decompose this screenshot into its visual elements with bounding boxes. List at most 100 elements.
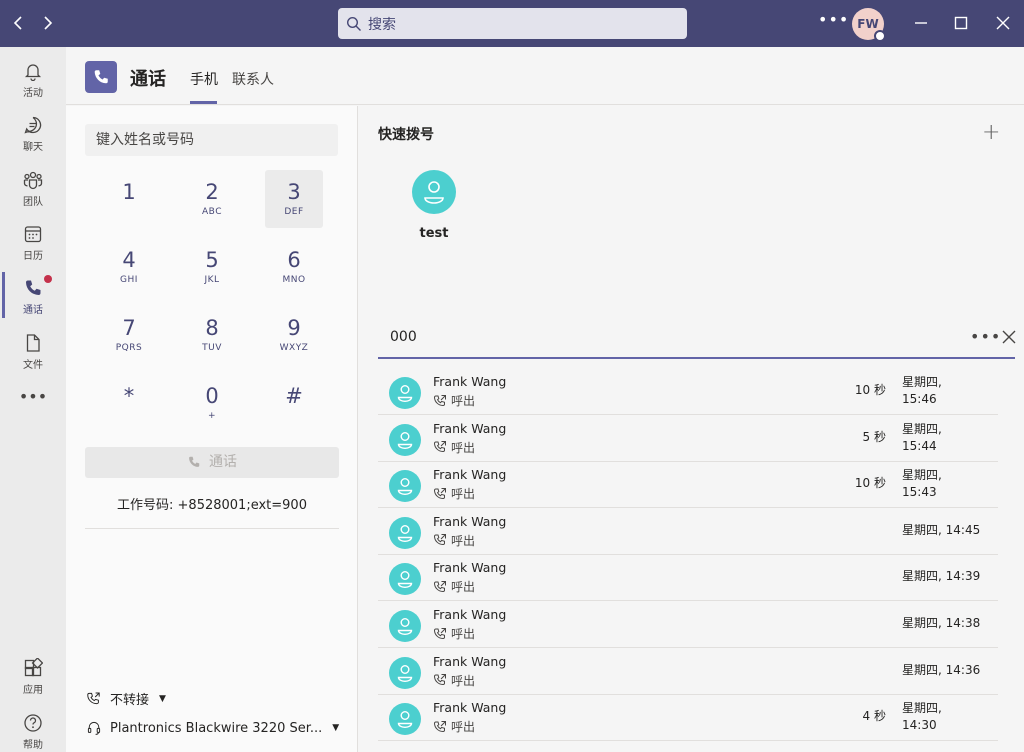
rail-item-files[interactable]: 文件 <box>0 327 66 379</box>
contact-avatar <box>389 423 421 456</box>
call-type-label: 呼出 <box>451 673 476 688</box>
forwarding-dropdown[interactable]: 不转接 ▼ <box>86 689 166 708</box>
call-type: 呼出 <box>433 532 475 549</box>
call-time-line: 星期四, 14:36 <box>902 662 981 677</box>
dial-key-hash[interactable]: # <box>265 374 323 432</box>
contact-avatar <box>389 470 421 503</box>
more-apps-icon[interactable]: ••• <box>0 387 66 406</box>
search-placeholder: 搜索 <box>368 16 396 33</box>
person-icon <box>397 384 413 402</box>
tab-contacts[interactable]: 联系人 <box>232 69 274 89</box>
headset-icon <box>87 721 101 735</box>
rail-item-label: 文件 <box>23 360 43 371</box>
call-type-label: 呼出 <box>451 394 476 408</box>
outgoing-call-icon <box>433 720 446 732</box>
history-row[interactable]: Frank Wang 呼出 星期四, 14:38 <box>378 602 998 648</box>
history-filter[interactable]: 000 ••• <box>378 319 1017 359</box>
call-type: 呼出 <box>433 439 475 456</box>
device-dropdown[interactable]: Plantronics Blackwire 3220 Ser... ▼ <box>86 720 339 736</box>
contact-avatar <box>389 656 421 689</box>
tab-phone[interactable]: 手机 <box>190 69 218 89</box>
rail-item-help[interactable]: 帮助 <box>0 707 66 752</box>
dial-key-6[interactable]: 6 MNO <box>265 238 323 296</box>
dial-key-0[interactable]: 0 + <box>183 374 241 432</box>
person-icon <box>397 431 413 449</box>
key-digit: 6 <box>287 248 301 272</box>
call-time-line: 星期四, 14:45 <box>902 522 981 537</box>
call-time: 星期四, 14:36 <box>902 662 992 679</box>
more-options-icon[interactable]: ••• <box>818 10 849 29</box>
rail-item-calendar[interactable]: 日历 <box>0 218 66 270</box>
call-type-label: 呼出 <box>451 440 476 455</box>
dial-key-3[interactable]: 3 DEF <box>265 170 323 228</box>
minimize-icon[interactable] <box>910 12 932 34</box>
call-duration: 5 秒 <box>862 429 886 444</box>
maximize-icon[interactable] <box>950 12 972 34</box>
call-duration: 10 秒 <box>854 383 886 397</box>
person-icon <box>397 524 413 542</box>
speed-dial-contact[interactable]: test <box>409 170 459 241</box>
history-row[interactable]: Frank Wang 呼出 10 秒 星期四, 15:43 <box>378 462 998 509</box>
add-speed-dial-icon[interactable]: + <box>982 120 1000 145</box>
person-icon <box>397 711 413 729</box>
rail-item-teams[interactable]: 团队 <box>0 164 66 216</box>
key-letters: DEF <box>284 207 304 217</box>
rail-item-chat[interactable]: 聊天 <box>0 109 66 161</box>
rail-item-activity[interactable]: 活动 <box>0 55 66 107</box>
dial-key-7[interactable]: 7 PQRS <box>100 306 158 364</box>
dial-key-star[interactable]: * <box>100 374 158 432</box>
search-box[interactable]: 搜索 <box>338 8 687 39</box>
key-digit: 8 <box>205 316 219 340</box>
outgoing-call-icon <box>433 627 446 639</box>
rail-item-label: 团队 <box>23 197 43 208</box>
help-icon <box>24 714 42 732</box>
key-letters: PQRS <box>115 343 143 353</box>
key-digit: 5 <box>205 248 219 272</box>
history-row[interactable]: Frank Wang 呼出 星期四, 14:45 <box>378 509 998 555</box>
app-rail: 活动 聊天 团队 日历 通话 文件 ••• 应用 帮助 <box>0 47 66 752</box>
outgoing-call-icon <box>433 394 446 406</box>
caller-name: Frank Wang <box>433 467 507 483</box>
call-type-label: 呼出 <box>451 533 476 548</box>
speed-dial-title: 快速拨号 <box>378 127 434 143</box>
person-icon <box>397 571 413 589</box>
close-window-icon[interactable] <box>992 12 1014 34</box>
back-arrow-icon[interactable] <box>8 12 30 34</box>
dial-key-9[interactable]: 9 WXYZ <box>265 306 323 364</box>
outgoing-call-icon <box>433 534 446 546</box>
rail-item-label: 活动 <box>23 88 43 99</box>
page-header: 通话 手机 联系人 <box>66 47 1024 105</box>
dial-key-8[interactable]: 8 TUV <box>183 306 241 364</box>
contact-avatar <box>412 170 456 214</box>
caller-name: Frank Wang <box>433 607 507 622</box>
dial-input[interactable] <box>85 124 338 156</box>
call-time-line: 星期四, 14:38 <box>902 616 981 630</box>
dial-key-1[interactable]: 1 <box>100 170 158 228</box>
key-digit: * <box>123 384 135 408</box>
more-options-icon[interactable]: ••• <box>970 327 1001 346</box>
forward-arrow-icon[interactable] <box>36 12 58 34</box>
avatar[interactable]: FW <box>852 8 886 42</box>
call-button-label: 通话 <box>209 454 237 470</box>
presence-indicator <box>874 30 886 42</box>
caller-name: Frank Wang <box>433 513 507 529</box>
forwarding-label: 不转接 <box>110 693 150 708</box>
rail-item-apps[interactable]: 应用 <box>0 652 66 704</box>
call-type: 呼出 <box>433 625 475 642</box>
dial-key-4[interactable]: 4 GHI <box>100 238 158 296</box>
history-row[interactable]: Frank Wang 呼出 4 秒 星期四, 14:30 <box>378 695 998 742</box>
divider <box>85 528 339 529</box>
call-type-label: 呼出 <box>451 720 476 735</box>
history-row[interactable]: Frank Wang 呼出 星期四, 14:36 <box>378 649 998 695</box>
caller-name: Frank Wang <box>433 700 507 716</box>
history-row[interactable]: Frank Wang 呼出 星期四, 14:39 <box>378 555 998 602</box>
title-bar: 搜索 ••• FW <box>0 0 1024 47</box>
call-duration: 10 秒 <box>854 476 886 491</box>
history-row[interactable]: Frank Wang 呼出 5 秒 星期四, 15:44 <box>378 416 998 462</box>
dial-key-5[interactable]: 5 JKL <box>183 238 241 296</box>
dial-key-2[interactable]: 2 ABC <box>183 170 241 228</box>
close-icon[interactable] <box>1001 329 1017 345</box>
call-button[interactable]: 通话 <box>85 447 339 478</box>
rail-item-calls[interactable]: 通话 <box>0 272 66 324</box>
history-row[interactable]: Frank Wang 呼出 10 秒 星期四, 15:46 <box>378 369 998 415</box>
